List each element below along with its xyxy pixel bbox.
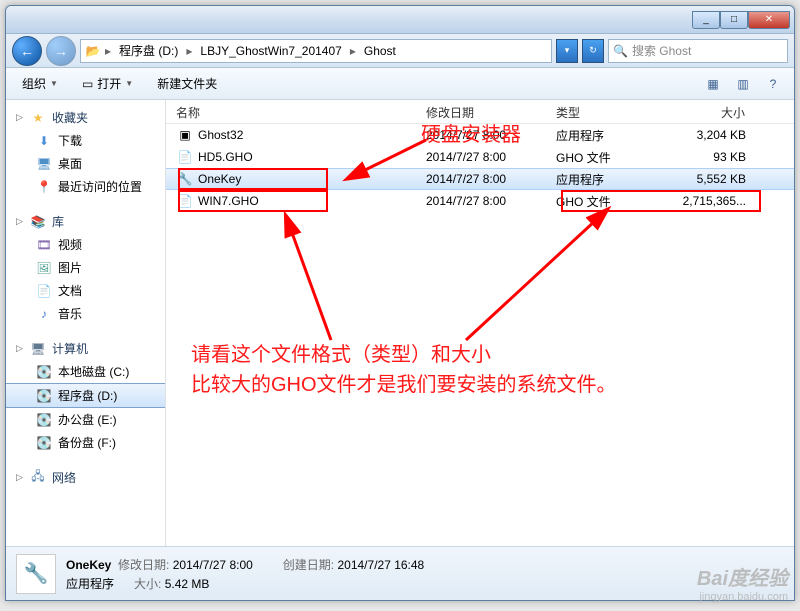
network-header[interactable]: ▷🖧网络 <box>6 466 165 489</box>
file-name: WIN7.GHO <box>198 194 416 208</box>
forward-button[interactable]: → <box>46 36 76 66</box>
library-icon: 📚 <box>30 214 46 230</box>
minimize-button[interactable]: _ <box>692 11 720 29</box>
network-icon: 🖧 <box>30 470 46 486</box>
folder-icon: 📂 <box>85 43 101 59</box>
favorites-header[interactable]: ▷★收藏夹 <box>6 106 165 129</box>
organize-button[interactable]: 组织▼ <box>14 72 66 95</box>
column-type[interactable]: 类型 <box>546 100 656 123</box>
address-bar-row: ← → 📂 ▸ 程序盘 (D:) ▸ LBJY_GhostWin7_201407… <box>6 34 794 68</box>
sidebar-drive-c[interactable]: 💽本地磁盘 (C:) <box>6 360 165 383</box>
file-name: OneKey <box>198 172 416 186</box>
column-date[interactable]: 修改日期 <box>416 100 546 123</box>
breadcrumb-segment[interactable]: 程序盘 (D:) <box>115 40 182 61</box>
file-type: 应用程序 <box>546 127 656 144</box>
gho-icon: 📄 <box>176 149 194 165</box>
toolbar: 组织▼ ▭打开▼ 新建文件夹 ▦ ▥ ? <box>6 68 794 100</box>
preview-pane-button[interactable]: ▥ <box>730 73 756 95</box>
file-list: ▣ Ghost32 2014/7/27 8:00 应用程序 3,204 KB 📄… <box>166 124 794 546</box>
back-button[interactable]: ← <box>12 36 42 66</box>
file-list-pane: 名称 修改日期 类型 大小 ▣ Ghost32 2014/7/27 8:00 应… <box>166 100 794 546</box>
search-icon: 🔍 <box>613 44 628 58</box>
new-folder-button[interactable]: 新建文件夹 <box>149 72 225 95</box>
column-headers: 名称 修改日期 类型 大小 <box>166 100 794 124</box>
file-size: 93 KB <box>656 150 756 164</box>
sidebar-drive-e[interactable]: 💽办公盘 (E:) <box>6 408 165 431</box>
explorer-window: _ □ ✕ ← → 📂 ▸ 程序盘 (D:) ▸ LBJY_GhostWin7_… <box>5 5 795 601</box>
file-type: GHO 文件 <box>546 149 656 166</box>
file-row[interactable]: ▣ Ghost32 2014/7/27 8:00 应用程序 3,204 KB <box>166 124 794 146</box>
file-row[interactable]: 🔧 OneKey 2014/7/27 8:00 应用程序 5,552 KB <box>166 168 794 190</box>
details-type: 应用程序 <box>66 577 114 591</box>
file-size: 3,204 KB <box>656 128 756 142</box>
close-button[interactable]: ✕ <box>748 11 790 29</box>
file-date: 2014/7/27 8:00 <box>416 128 546 142</box>
document-icon: 📄 <box>36 283 52 299</box>
details-name: OneKey <box>66 558 111 572</box>
main-area: ▷★收藏夹 ⬇下载 🖥桌面 📍最近访问的位置 ▷📚库 🎞视频 🖼图片 📄文档 ♪… <box>6 100 794 546</box>
file-row[interactable]: 📄 HD5.GHO 2014/7/27 8:00 GHO 文件 93 KB <box>166 146 794 168</box>
file-date: 2014/7/27 8:00 <box>416 194 546 208</box>
sidebar-pictures[interactable]: 🖼图片 <box>6 256 165 279</box>
file-name: HD5.GHO <box>198 150 416 164</box>
breadcrumb-sep: ▸ <box>350 44 356 58</box>
help-button[interactable]: ? <box>760 73 786 95</box>
address-dropdown[interactable]: ▾ <box>556 39 578 63</box>
address-bar[interactable]: 📂 ▸ 程序盘 (D:) ▸ LBJY_GhostWin7_201407 ▸ G… <box>80 39 552 63</box>
maximize-button[interactable]: □ <box>720 11 748 29</box>
picture-icon: 🖼 <box>36 260 52 276</box>
sidebar-documents[interactable]: 📄文档 <box>6 279 165 302</box>
drive-icon: 💽 <box>36 388 52 404</box>
desktop-icon: 🖥 <box>36 156 52 172</box>
file-type: GHO 文件 <box>546 193 656 210</box>
video-icon: 🎞 <box>36 237 52 253</box>
file-size: 5,552 KB <box>656 172 756 186</box>
file-size: 2,715,365... <box>656 194 756 208</box>
file-row[interactable]: 📄 WIN7.GHO 2014/7/27 8:00 GHO 文件 2,715,3… <box>166 190 794 212</box>
download-icon: ⬇ <box>36 133 52 149</box>
file-date: 2014/7/27 8:00 <box>416 150 546 164</box>
view-mode-button[interactable]: ▦ <box>700 73 726 95</box>
recent-icon: 📍 <box>36 179 52 195</box>
file-date: 2014/7/27 8:00 <box>416 172 546 186</box>
breadcrumb-segment[interactable]: Ghost <box>360 42 400 60</box>
music-icon: ♪ <box>36 306 52 322</box>
computer-icon: 🖥 <box>30 341 46 357</box>
column-size[interactable]: 大小 <box>656 100 756 123</box>
sidebar-videos[interactable]: 🎞视频 <box>6 233 165 256</box>
search-placeholder: 搜索 Ghost <box>632 42 691 59</box>
file-thumbnail: 🔧 <box>16 554 56 594</box>
breadcrumb-sep: ▸ <box>105 44 111 58</box>
navigation-pane: ▷★收藏夹 ⬇下载 🖥桌面 📍最近访问的位置 ▷📚库 🎞视频 🖼图片 📄文档 ♪… <box>6 100 166 546</box>
breadcrumb-sep: ▸ <box>186 44 192 58</box>
drive-icon: 💽 <box>36 435 52 451</box>
drive-icon: 💽 <box>36 364 52 380</box>
open-button[interactable]: ▭打开▼ <box>74 72 141 95</box>
column-name[interactable]: 名称 <box>166 100 416 123</box>
star-icon: ★ <box>30 110 46 126</box>
drive-icon: 💽 <box>36 412 52 428</box>
refresh-button[interactable]: ↻ <box>582 39 604 63</box>
gho-icon: 📄 <box>176 193 194 209</box>
details-pane: 🔧 OneKey 修改日期: 2014/7/27 8:00 创建日期: 2014… <box>6 546 794 600</box>
computer-header[interactable]: ▷🖥计算机 <box>6 337 165 360</box>
sidebar-drive-d[interactable]: 💽程序盘 (D:) <box>6 383 165 408</box>
breadcrumb-segment[interactable]: LBJY_GhostWin7_201407 <box>196 42 345 60</box>
sidebar-downloads[interactable]: ⬇下载 <box>6 129 165 152</box>
titlebar: _ □ ✕ <box>6 6 794 34</box>
sidebar-drive-f[interactable]: 💽备份盘 (F:) <box>6 431 165 454</box>
exe-icon: ▣ <box>176 127 194 143</box>
sidebar-music[interactable]: ♪音乐 <box>6 302 165 325</box>
search-input[interactable]: 🔍 搜索 Ghost <box>608 39 788 63</box>
exe-icon: 🔧 <box>176 171 194 187</box>
libraries-header[interactable]: ▷📚库 <box>6 210 165 233</box>
sidebar-recent[interactable]: 📍最近访问的位置 <box>6 175 165 198</box>
file-name: Ghost32 <box>198 128 416 142</box>
sidebar-desktop[interactable]: 🖥桌面 <box>6 152 165 175</box>
file-type: 应用程序 <box>546 171 656 188</box>
